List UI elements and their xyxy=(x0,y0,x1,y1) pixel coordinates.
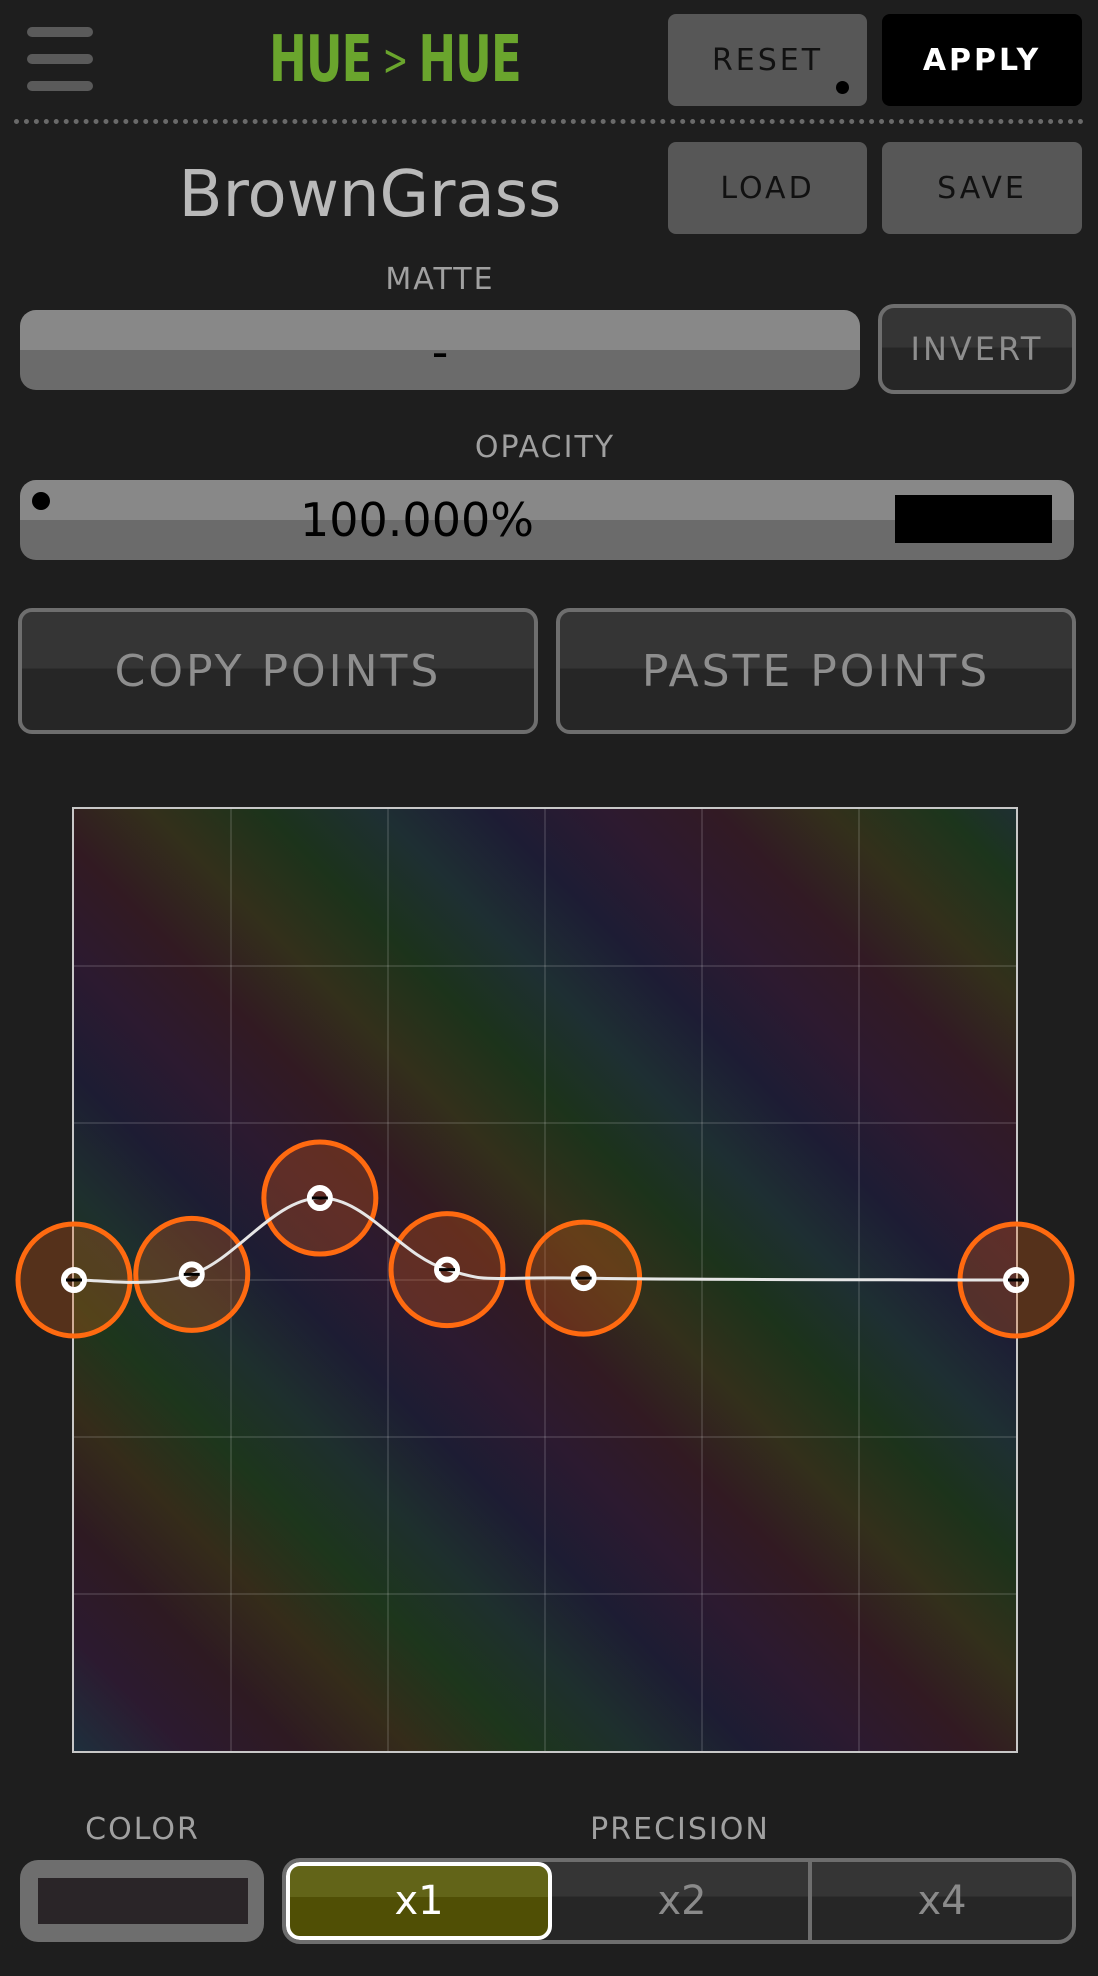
curve-overlay xyxy=(15,1139,1075,1339)
precision-option-x1-label: x1 xyxy=(394,1878,444,1924)
precision-option-x1[interactable]: x1 xyxy=(286,1862,552,1940)
color-swatch xyxy=(38,1878,248,1924)
precision-option-x2-label: x2 xyxy=(657,1878,707,1924)
color-label: COLOR xyxy=(85,1812,200,1847)
precision-label: PRECISION xyxy=(590,1812,770,1847)
precision-option-x4[interactable]: x4 xyxy=(812,1862,1072,1940)
precision-selector: x1 x2 x4 xyxy=(282,1858,1076,1944)
precision-option-x2[interactable]: x2 xyxy=(552,1862,812,1940)
precision-option-x4-label: x4 xyxy=(917,1878,967,1924)
